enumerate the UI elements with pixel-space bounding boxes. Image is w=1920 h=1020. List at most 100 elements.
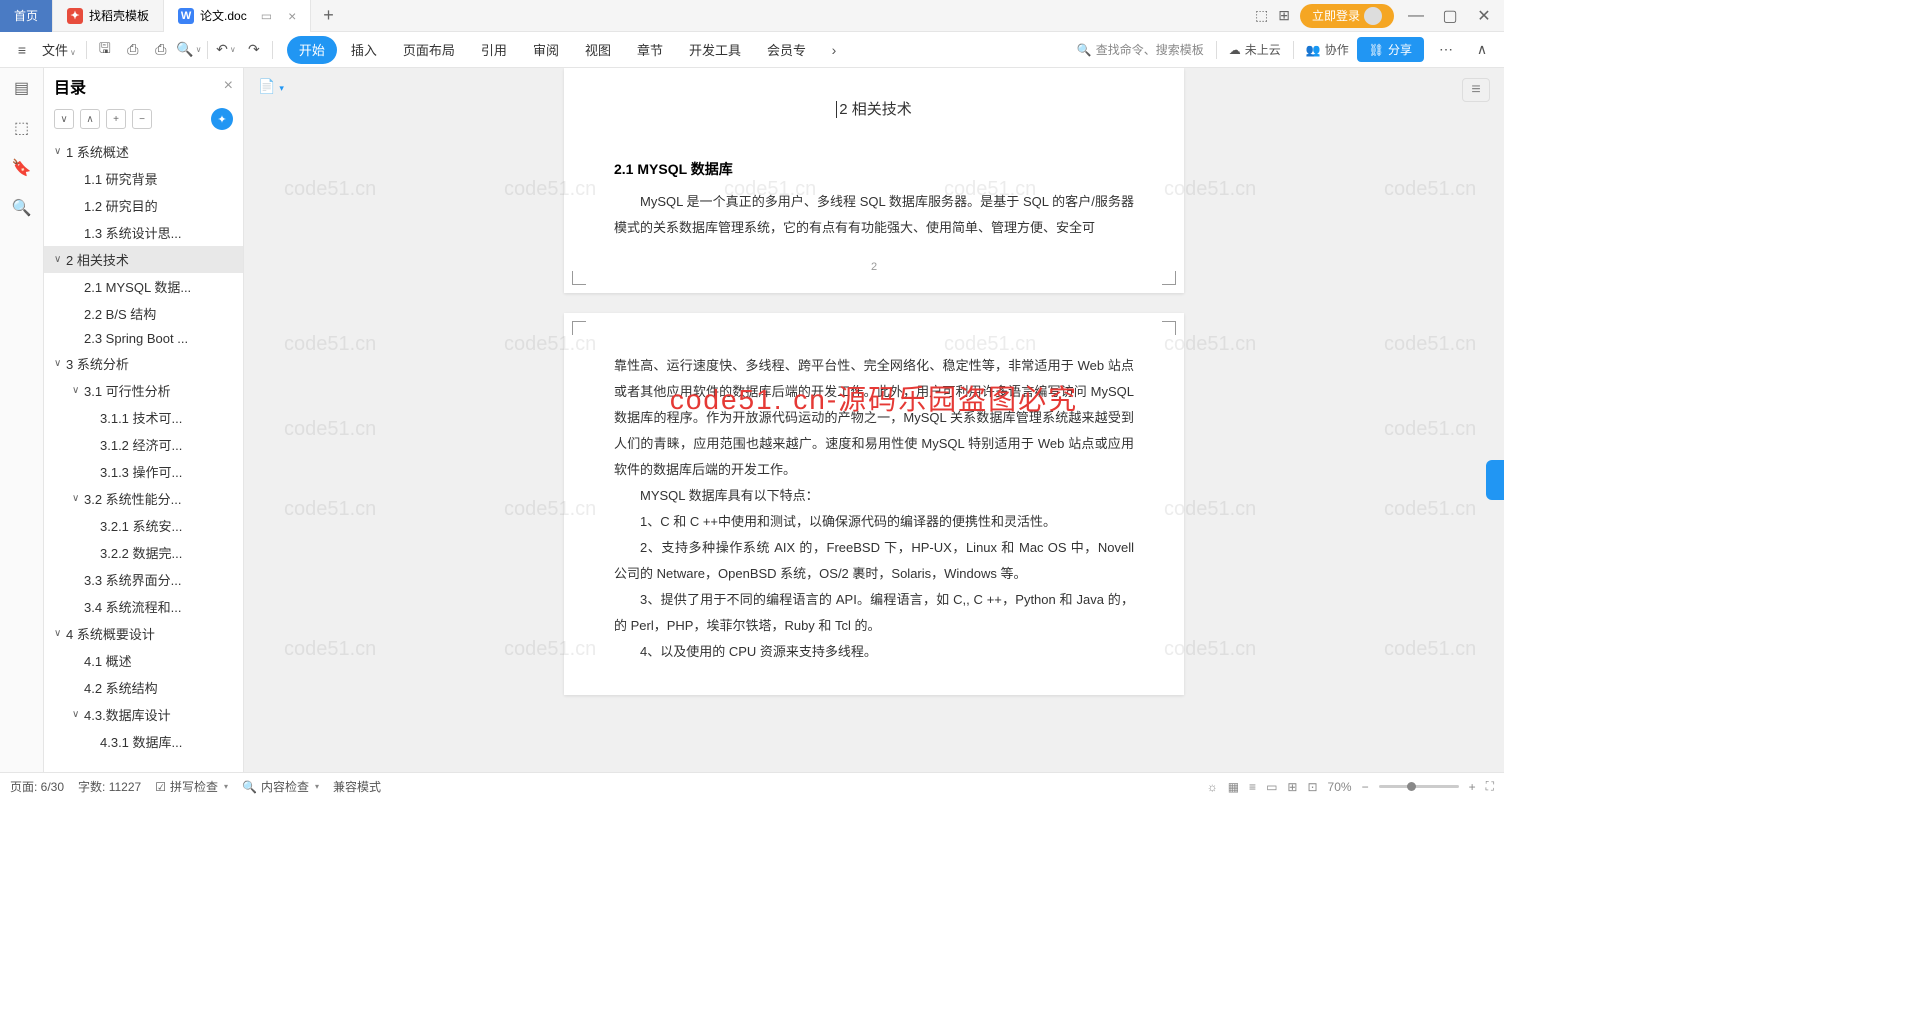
apps-icon[interactable]: ⊞ [1278,7,1290,24]
content-check[interactable]: 🔍内容检查▾ [242,778,319,795]
zoom-level[interactable]: 70% [1328,780,1352,794]
outline-item[interactable]: ∨4 系统概要设计 [44,620,243,647]
zoom-fit-icon[interactable]: ⊡ [1307,780,1317,794]
page-indicator[interactable]: 页面: 6/30 [10,778,64,795]
outline-item[interactable]: ∨3.2 系统性能分... [44,485,243,512]
print-icon[interactable]: ⎙ [147,36,175,64]
present-icon[interactable]: ▭ [261,9,272,23]
outline-item[interactable]: ∨2 相关技术 [44,246,243,273]
outline-item[interactable]: 1.1 研究背景 [44,165,243,192]
outline-item[interactable]: 3.1.1 技术可... [44,404,243,431]
collapse-all-icon[interactable]: ∨ [54,109,74,129]
search-rail-icon[interactable]: 🔍 [10,196,34,220]
new-tab-button[interactable]: + [311,5,346,26]
zoom-in-icon[interactable]: + [1469,780,1476,794]
bookmark-rail-icon[interactable]: 🔖 [10,156,34,180]
share-button[interactable]: ⛓ 分享 [1357,37,1424,62]
outline-item[interactable]: 1.3 系统设计思... [44,219,243,246]
save-as-icon[interactable]: ⎙ [119,36,147,64]
view-mode-4-icon[interactable]: ⊞ [1287,780,1297,794]
outline-item[interactable]: ∨4.3.数据库设计 [44,701,243,728]
minimize-button[interactable]: — [1404,4,1428,28]
outline-item[interactable]: 3.1.2 经济可... [44,431,243,458]
outline-panel: 目录 × ∨ ∧ + − ✦ ∨1 系统概述1.1 研究背景1.2 研究目的1.… [44,68,244,772]
search-commands[interactable]: 🔍 查找命令、搜索模板 [1077,41,1204,58]
outline-item[interactable]: 4.1 概述 [44,647,243,674]
collapse-ribbon-icon[interactable]: ∧ [1468,36,1496,64]
outline-item[interactable]: 2.1 MYSQL 数据... [44,273,243,300]
outline-item[interactable]: 4.2 系统结构 [44,674,243,701]
float-options-icon[interactable]: ≡ [1462,78,1490,102]
zoom-out-icon[interactable]: − [1362,780,1369,794]
ribbon-tab-review[interactable]: 审阅 [521,36,571,64]
outline-item[interactable]: 3.4 系统流程和... [44,593,243,620]
close-tab-icon[interactable]: × [288,8,296,24]
outline-item[interactable]: ∨3 系统分析 [44,350,243,377]
doc-badge-icon[interactable]: 📄 ▾ [258,78,284,95]
document-area[interactable]: code51.cn code51.cn code51.cn code51.cn … [244,68,1504,772]
expand-all-icon[interactable]: ∧ [80,109,100,129]
zoom-slider[interactable] [1379,785,1459,788]
watermark: code51.cn [284,333,376,356]
doc-paragraph: 2、支持多种操作系统 AIX 的，FreeBSD 下，HP-UX，Linux 和… [614,535,1134,587]
doc-paragraph: 3、提供了用于不同的编程语言的 API。编程语言，如 C,, C ++，Pyth… [614,587,1134,639]
outline-item[interactable]: ∨1 系统概述 [44,138,243,165]
add-heading-icon[interactable]: + [106,109,126,129]
right-drawer-tab[interactable] [1486,460,1504,500]
view-mode-2-icon[interactable]: ≡ [1249,780,1256,794]
avatar-icon [1364,7,1382,25]
brightness-icon[interactable]: ☼ [1207,780,1218,794]
maximize-button[interactable]: ▢ [1438,4,1462,28]
ribbon-tab-chapter[interactable]: 章节 [625,36,675,64]
preview-icon[interactable]: 🔍∨ [175,36,203,64]
save-icon[interactable]: 🖫 [91,36,119,64]
ribbon-tab-insert[interactable]: 插入 [339,36,389,64]
ribbon-tab-reference[interactable]: 引用 [469,36,519,64]
ribbon-more-icon[interactable]: › [820,36,848,64]
ribbon-tab-start[interactable]: 开始 [287,36,337,64]
tab-document[interactable]: W 论文.doc ▭ × [164,0,311,32]
nav-rail-icon[interactable]: ⬚ [10,116,34,140]
close-outline-icon[interactable]: × [224,77,233,95]
cloud-status[interactable]: ☁ 未上云 [1229,41,1281,58]
view-mode-3-icon[interactable]: ▭ [1266,780,1277,794]
word-doc-icon: W [178,8,194,24]
outline-rail-icon[interactable]: ▤ [10,76,34,100]
ribbon-tab-dev[interactable]: 开发工具 [677,36,753,64]
ribbon-tab-member[interactable]: 会员专 [755,36,818,64]
view-mode-1-icon[interactable]: ▦ [1228,780,1239,794]
template-icon: ✦ [67,8,83,24]
tab-template[interactable]: ✦ 找稻壳模板 [53,0,164,32]
redo-icon[interactable]: ↷ [240,36,268,64]
outline-item[interactable]: 3.2.2 数据完... [44,539,243,566]
file-menu[interactable]: 文件∨ [36,40,82,59]
outline-item[interactable]: 3.1.3 操作可... [44,458,243,485]
ai-badge-icon[interactable]: ✦ [211,108,233,130]
word-count[interactable]: 字数: 11227 [78,778,141,795]
menu-icon[interactable]: ≡ [8,36,36,64]
outline-item[interactable]: ∨3.1 可行性分析 [44,377,243,404]
search-icon: 🔍 [242,780,257,794]
outline-item[interactable]: 3.2.1 系统安... [44,512,243,539]
remove-heading-icon[interactable]: − [132,109,152,129]
collab-button[interactable]: 👥 协作 [1306,41,1349,58]
compat-mode[interactable]: 兼容模式 [333,778,381,795]
tab-home[interactable]: 首页 [0,0,53,32]
watermark: code51.cn [1384,638,1476,661]
check-icon: ☑ [155,780,166,794]
close-window-button[interactable]: ✕ [1472,4,1496,28]
outline-item[interactable]: 1.2 研究目的 [44,192,243,219]
outline-item[interactable]: 3.3 系统界面分... [44,566,243,593]
ribbon-tab-view[interactable]: 视图 [573,36,623,64]
login-button[interactable]: 立即登录 [1300,4,1394,28]
outline-item[interactable]: 2.2 B/S 结构 [44,300,243,327]
outline-item[interactable]: 2.3 Spring Boot ... [44,327,243,350]
undo-icon[interactable]: ↶∨ [212,36,240,64]
layout-icon[interactable]: ⬚ [1255,7,1268,24]
ribbon-tab-layout[interactable]: 页面布局 [391,36,467,64]
fullscreen-icon[interactable]: ⛶ [1486,779,1494,794]
status-bar: 页面: 6/30 字数: 11227 ☑拼写检查▾ 🔍内容检查▾ 兼容模式 ☼ … [0,772,1504,800]
more-menu-icon[interactable]: ⋯ [1432,36,1460,64]
spell-check[interactable]: ☑拼写检查▾ [155,778,228,795]
outline-item[interactable]: 4.3.1 数据库... [44,728,243,755]
